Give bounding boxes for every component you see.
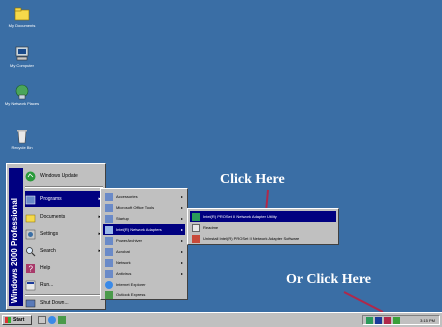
documents-icon <box>25 212 36 223</box>
network-adapter-submenu: Intel(R) PROSet II Network Adapter Utili… <box>187 208 339 245</box>
program-group-icon <box>105 258 113 267</box>
submenu-arrow-icon: ▸ <box>180 271 183 276</box>
menu-item-label: Settings <box>40 231 59 237</box>
programs-item-label: Network <box>116 260 131 265</box>
desktop: My Documents My Computer My Network Plac… <box>0 0 442 312</box>
programs-item-intel-network[interactable]: Intel(R) Network Adapters ▸ <box>103 224 185 235</box>
submenu-arrow-icon: ▸ <box>180 194 183 199</box>
network-item-label: Intel(R) PROSet II Network Adapter Utili… <box>203 214 277 219</box>
submenu-arrow-icon: ▸ <box>180 205 183 210</box>
clock: 3:15 PM <box>420 318 435 323</box>
run-icon <box>25 280 36 291</box>
programs-item-label: PowerArchiver <box>116 238 143 243</box>
submenu-arrow-icon: ▸ <box>180 238 183 243</box>
menu-item-label: Help <box>40 265 51 271</box>
program-group-icon <box>105 192 113 201</box>
programs-item-office-tools[interactable]: Microsoft Office Tools ▸ <box>103 202 185 213</box>
programs-item-label: Intel(R) Network Adapters <box>116 227 162 232</box>
program-group-icon <box>105 247 113 256</box>
program-group-icon <box>105 203 113 212</box>
or-click-here-arrow <box>343 291 384 312</box>
programs-item-label: Internet Explorer <box>116 282 146 287</box>
menu-item-windows-update[interactable]: Windows Update <box>25 168 103 184</box>
banner-text: Windows 2000 Professional <box>10 197 19 303</box>
antivirus-tray-icon[interactable] <box>393 317 400 324</box>
menu-item-label: Programs <box>40 196 62 202</box>
help-icon: ? <box>25 263 36 274</box>
menu-item-settings[interactable]: Settings ▸ <box>25 226 103 242</box>
menu-item-label: Documents <box>40 214 66 220</box>
windows-update-icon <box>25 171 36 182</box>
menu-item-programs[interactable]: Programs ▸ <box>25 191 103 207</box>
shutdown-icon <box>25 298 36 309</box>
programs-submenu: Accessories ▸ Microsoft Office Tools ▸ S… <box>100 188 188 300</box>
settings-icon <box>25 229 36 240</box>
programs-item-acrobat[interactable]: Acrobat ▸ <box>103 246 185 257</box>
programs-item-label: Microsoft Office Tools <box>116 205 155 210</box>
start-button[interactable]: Start <box>2 315 32 325</box>
menu-separator <box>25 186 103 188</box>
submenu-arrow-icon: ▸ <box>180 260 183 265</box>
network-item-label: Uninstall Intel(R) PROSet II Network Ada… <box>203 236 300 241</box>
network-tray-icon[interactable] <box>366 317 373 324</box>
intel-proset-tray-icon[interactable] <box>375 317 382 324</box>
menu-item-documents[interactable]: Documents ▸ <box>25 209 103 225</box>
submenu-arrow-icon: ▸ <box>180 227 183 232</box>
program-group-icon <box>105 269 113 278</box>
menu-item-label: Search <box>40 248 56 254</box>
outlook-express-icon[interactable] <box>58 316 66 324</box>
programs-item-network[interactable]: Network ▸ <box>103 257 185 268</box>
outlook-express-icon <box>105 290 113 299</box>
network-item-label: Readme <box>203 225 219 230</box>
programs-item-powerarchiver[interactable]: PowerArchiver ▸ <box>103 235 185 246</box>
program-group-icon <box>105 225 113 234</box>
system-tray: 3:15 PM <box>362 315 440 325</box>
programs-item-label: Startup <box>116 216 129 221</box>
proset-utility-icon <box>192 212 200 221</box>
windows-logo-icon <box>5 317 11 323</box>
taskbar: Start 3:15 PM <box>0 312 442 327</box>
program-group-icon <box>105 236 113 245</box>
menu-item-run[interactable]: Run... <box>25 277 103 293</box>
menu-item-search[interactable]: Search ▸ <box>25 243 103 259</box>
search-icon <box>25 246 36 257</box>
show-desktop-icon[interactable] <box>38 316 46 324</box>
program-group-icon <box>105 214 113 223</box>
menu-item-label: Run... <box>40 282 54 288</box>
start-menu-banner: Windows 2000 Professional <box>9 168 23 306</box>
internet-explorer-icon[interactable] <box>48 316 56 324</box>
menu-item-shut-down[interactable]: Shut Down... <box>25 295 103 311</box>
start-button-label: Start <box>13 317 25 323</box>
network-item-readme[interactable]: Readme <box>190 222 336 233</box>
network-item-uninstall[interactable]: Uninstall Intel(R) PROSet II Network Ada… <box>190 233 336 244</box>
uninstall-icon <box>192 234 200 243</box>
programs-item-label: Accessories <box>116 194 138 199</box>
start-menu: Windows 2000 Professional Windows Update… <box>6 163 106 310</box>
submenu-arrow-icon: ▸ <box>180 249 183 254</box>
programs-item-outlook-express[interactable]: Outlook Express <box>103 289 185 300</box>
programs-item-accessories[interactable]: Accessories ▸ <box>103 191 185 202</box>
programs-item-label: Antivirus <box>116 271 132 276</box>
menu-item-label: Windows Update <box>40 173 78 179</box>
programs-item-label: Acrobat <box>116 249 130 254</box>
volume-tray-icon[interactable] <box>384 317 391 324</box>
programs-item-antivirus[interactable]: Antivirus ▸ <box>103 268 185 279</box>
menu-item-help[interactable]: ? Help <box>25 260 103 276</box>
programs-icon <box>25 194 36 205</box>
programs-item-startup[interactable]: Startup ▸ <box>103 213 185 224</box>
svg-text:?: ? <box>29 264 34 273</box>
menu-item-label: Shut Down... <box>40 300 69 306</box>
internet-explorer-icon <box>105 280 113 289</box>
readme-icon <box>192 223 200 232</box>
submenu-arrow-icon: ▸ <box>180 216 183 221</box>
network-item-proset-utility[interactable]: Intel(R) PROSet II Network Adapter Utili… <box>190 211 336 222</box>
programs-item-label: Outlook Express <box>116 292 146 297</box>
